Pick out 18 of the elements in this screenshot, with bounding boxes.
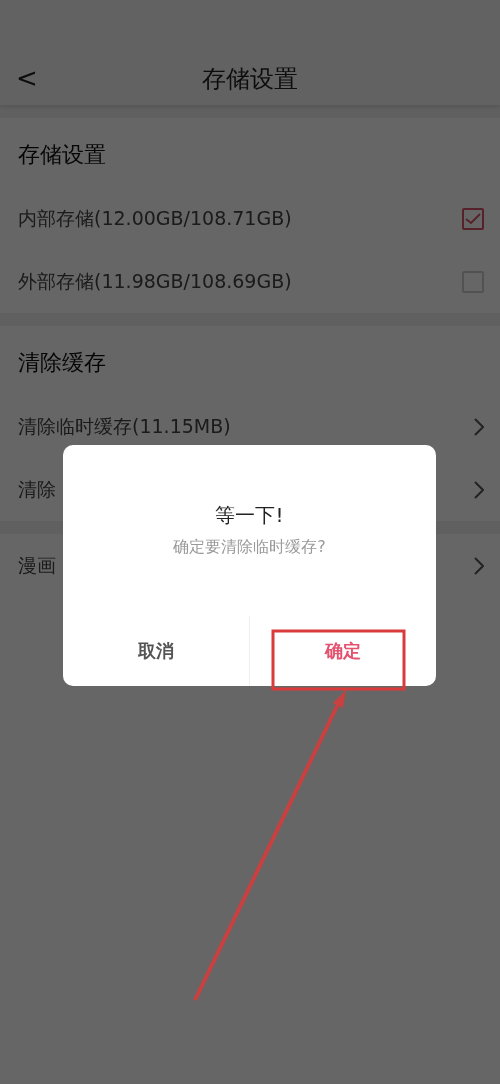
setting-label: 外部存储(11.98GB/108.69GB) bbox=[18, 268, 293, 294]
confirm-button[interactable]: 确定 bbox=[250, 616, 436, 686]
chevron-right-icon bbox=[474, 480, 484, 499]
back-button[interactable]: < bbox=[16, 65, 38, 91]
chevron-right-icon bbox=[474, 556, 484, 575]
checkmark-icon bbox=[465, 212, 481, 225]
setting-label: 内部存储(12.00GB/108.71GB) bbox=[18, 205, 293, 231]
checkbox[interactable] bbox=[462, 207, 484, 230]
setting-label: 漫画 bbox=[18, 552, 57, 578]
section-title: 清除缓存 bbox=[17, 349, 107, 377]
chevron-right-icon bbox=[474, 417, 484, 436]
setting-label: 清除 bbox=[18, 476, 57, 502]
setting-label: 清除临时缓存(11.15MB) bbox=[18, 413, 232, 439]
dialog-message: 确定要清除临时缓存? bbox=[172, 536, 327, 558]
section-title: 存储设置 bbox=[17, 141, 107, 169]
page-title: 存储设置 bbox=[201, 65, 299, 95]
cancel-button[interactable]: 取消 bbox=[63, 616, 249, 686]
dialog-title: 等一下! bbox=[214, 502, 285, 528]
